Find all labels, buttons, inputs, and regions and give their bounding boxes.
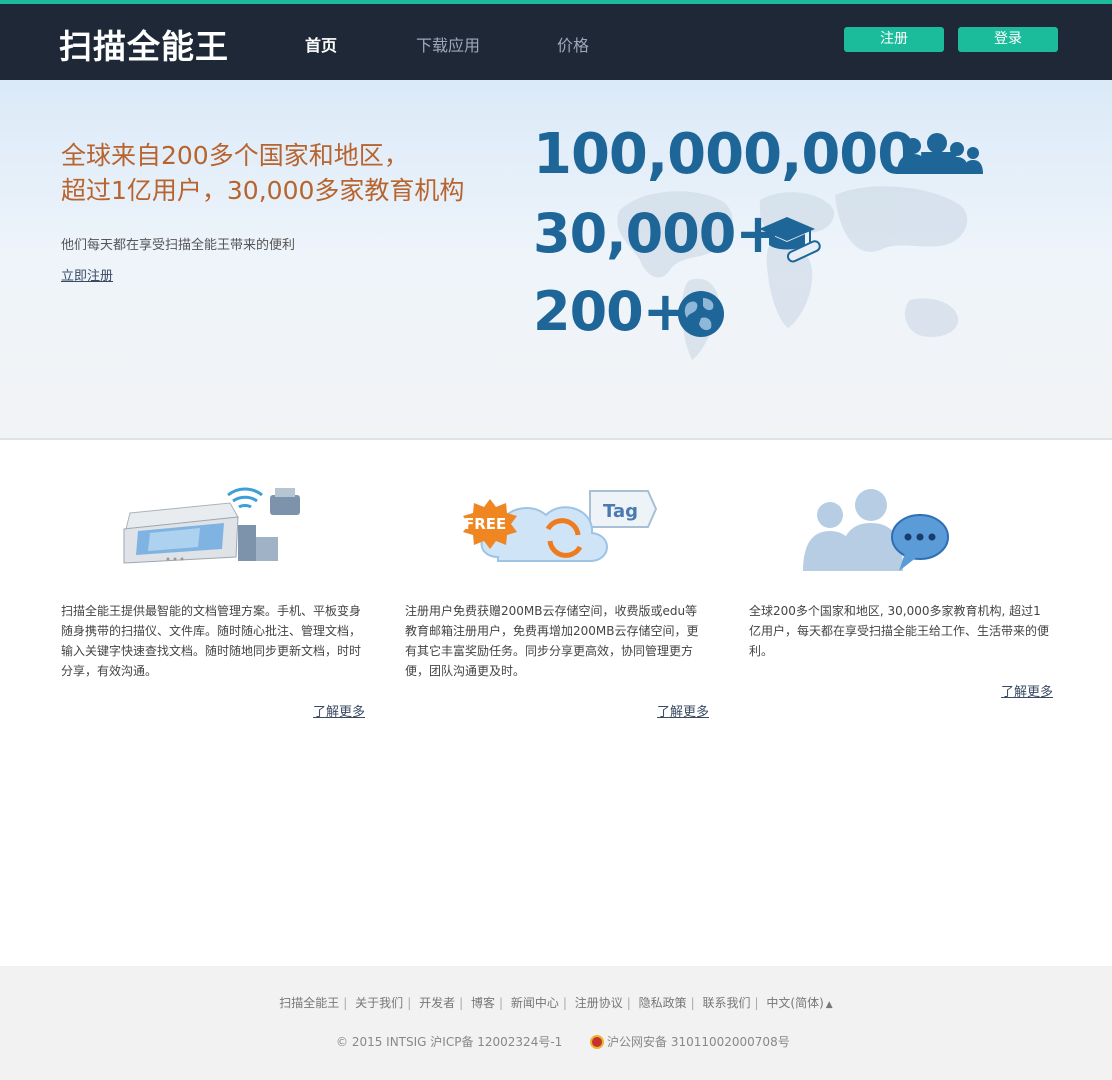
footer-link-terms[interactable]: 注册协议 xyxy=(575,996,623,1010)
learn-more-link-3[interactable]: 了解更多 xyxy=(1001,681,1053,700)
footer-link-news[interactable]: 新闻中心 xyxy=(511,996,559,1010)
hero-title-line1: 全球来自200多个国家和地区， xyxy=(61,141,409,170)
feature-cloud-text: 注册用户免费获赠200MB云存储空间，收费版或edu等教育邮箱注册用户，免费再增… xyxy=(405,604,699,678)
police-record-text: 沪公网安备 31011002000708号 xyxy=(607,1035,790,1049)
cloud-storage-illustration: Tag FREE xyxy=(463,490,658,562)
footer-link-camscanner[interactable]: 扫描全能王 xyxy=(279,996,339,1010)
footer-link-about[interactable]: 关于我们 xyxy=(355,996,403,1010)
top-navbar: 扫描全能王 首页 下载应用 价格 注册 登录 xyxy=(0,0,1112,80)
feature-global-text: 全球200多个国家和地区, 30,000多家教育机构, 超过1亿用户，每天都在享… xyxy=(749,604,1050,658)
footer-links: 扫描全能王 | 关于我们 | 开发者 | 博客 | 新闻中心 | 注册协议 | 隐私政策 | … xyxy=(279,996,833,1010)
graduation-cap-icon xyxy=(759,217,821,263)
users-chat-illustration xyxy=(803,489,949,571)
feature-scan-text: 扫描全能王提供最智能的文档管理方案。手机、平板变身随身携带的扫描仪、文件库。随时… xyxy=(61,604,362,678)
police-record: 沪公网安备 31011002000708号 xyxy=(590,1033,790,1050)
footer-link-contact[interactable]: 联系我们 xyxy=(703,996,751,1010)
police-badge-icon xyxy=(590,1035,604,1049)
site-logo[interactable]: 扫描全能王 xyxy=(59,20,229,68)
nav-pricing[interactable]: 价格 xyxy=(557,32,589,56)
caret-up-icon: ▲ xyxy=(825,1000,833,1010)
hero-title: 全球来自200多个国家和地区， 超过1亿用户，30,000多家教育机构 xyxy=(61,138,464,208)
hero-banner: 全球来自200多个国家和地区， 超过1亿用户，30,000多家教育机构 他们每天… xyxy=(0,80,1112,440)
scanner-illustration xyxy=(123,487,300,564)
globe-icon xyxy=(678,291,724,337)
footer-link-blog[interactable]: 博客 xyxy=(471,996,495,1010)
language-selector[interactable]: 中文(简体) ▲ xyxy=(766,996,832,1010)
language-label: 中文(简体) xyxy=(766,996,824,1010)
register-now-link[interactable]: 立即注册 xyxy=(61,265,113,284)
hero-subtitle: 他们每天都在享受扫描全能王带来的便利 xyxy=(61,238,296,253)
site-footer: 扫描全能王 | 关于我们 | 开发者 | 博客 | 新闻中心 | 注册协议 | 隐私政策 | … xyxy=(0,966,1112,1080)
nav-home[interactable]: 首页 xyxy=(305,32,337,56)
free-badge-label: FREE xyxy=(464,515,506,533)
stat-countries: 200+ xyxy=(533,280,688,343)
nav-download[interactable]: 下载应用 xyxy=(416,32,480,56)
footer-link-privacy[interactable]: 隐私政策 xyxy=(639,996,687,1010)
stat-institutions: 30,000+ xyxy=(533,202,781,265)
hero-title-line2: 超过1亿用户，30,000多家教育机构 xyxy=(61,176,465,205)
tag-label: Tag xyxy=(603,501,638,522)
users-icon xyxy=(897,133,983,174)
learn-more-link-2[interactable]: 了解更多 xyxy=(657,701,709,720)
learn-more-link-1[interactable]: 了解更多 xyxy=(313,701,365,720)
footer-link-developer[interactable]: 开发者 xyxy=(419,996,455,1010)
copyright-text: © 2015 INTSIG 沪ICP备 12002324号-1 xyxy=(336,1035,563,1049)
register-button[interactable]: 注册 xyxy=(844,27,944,52)
login-button[interactable]: 登录 xyxy=(958,27,1058,52)
